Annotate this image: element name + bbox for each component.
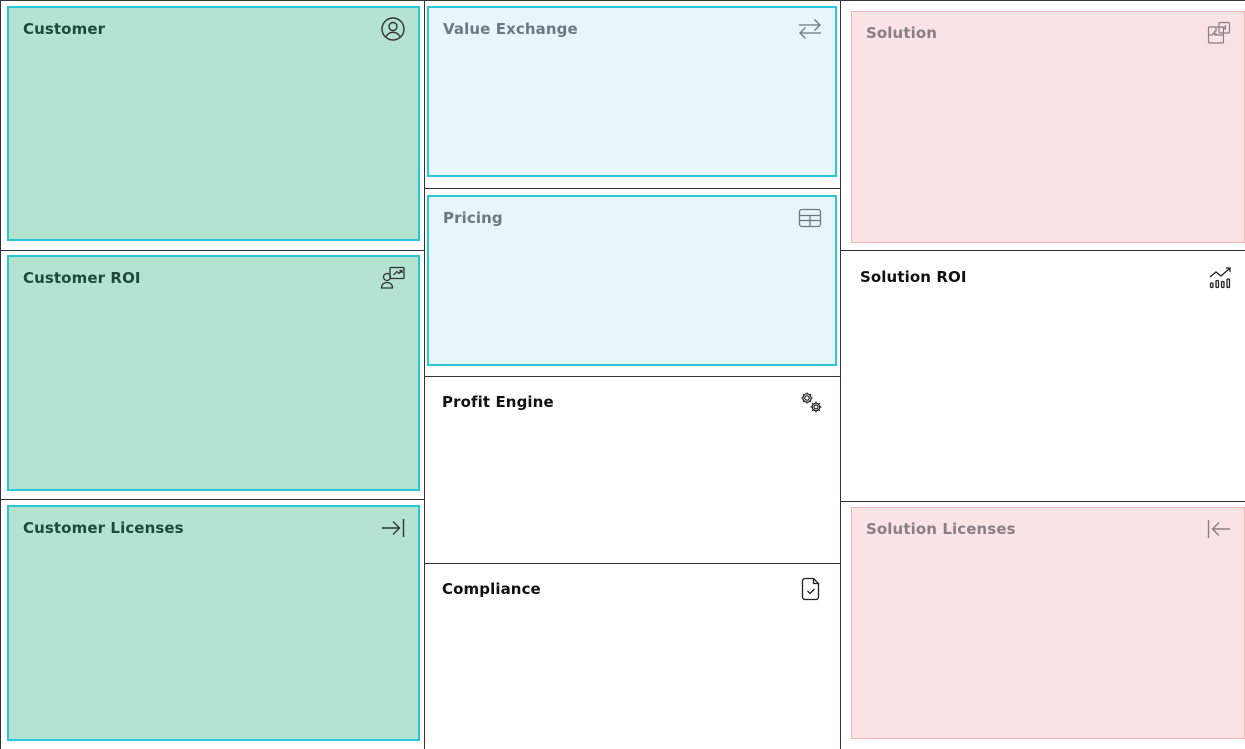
solution-title: Solution (866, 24, 938, 42)
grid-right-row2 (840, 501, 1245, 502)
compliance-title: Compliance (442, 580, 541, 598)
grid-divider-right (840, 0, 841, 749)
grid-mid-row2 (424, 376, 840, 377)
gears-icon (798, 389, 824, 415)
table-icon (797, 205, 823, 231)
grid-mid-row1 (424, 188, 840, 189)
pricing-block[interactable]: Pricing (427, 195, 837, 366)
arrows-exchange-icon (797, 16, 823, 42)
bar-arrow-left-icon (1206, 516, 1232, 542)
grid-right-row1 (840, 250, 1245, 251)
solution-roi-block[interactable]: Solution ROI (846, 256, 1245, 496)
solution-licenses-title: Solution Licenses (866, 520, 1016, 538)
grid-left-row1 (0, 250, 424, 251)
value-exchange-block[interactable]: Value Exchange (427, 6, 837, 177)
solution-roi-title: Solution ROI (860, 268, 967, 286)
solution-block[interactable]: Solution (851, 11, 1245, 243)
puzzle-icon (1206, 20, 1232, 46)
document-check-icon (798, 576, 824, 602)
grid-divider-left (424, 0, 425, 749)
chart-growth-icon (1207, 264, 1233, 290)
pricing-title: Pricing (443, 209, 503, 227)
customer-licenses-title: Customer Licenses (23, 519, 184, 537)
customer-licenses-block[interactable]: Customer Licenses (7, 505, 420, 741)
grid-left-row2 (0, 499, 424, 500)
customer-roi-block[interactable]: Customer ROI (7, 255, 420, 491)
arrow-right-to-bar-icon (380, 515, 406, 541)
profit-engine-block[interactable]: Profit Engine (428, 381, 836, 559)
profit-engine-title: Profit Engine (442, 393, 554, 411)
user-presentation-icon (380, 265, 406, 291)
business-model-canvas: Customer Customer ROI Customer Licenses (0, 0, 1245, 749)
compliance-block[interactable]: Compliance (428, 568, 836, 746)
user-circle-icon (380, 16, 406, 42)
solution-licenses-block[interactable]: Solution Licenses (851, 507, 1245, 739)
grid-mid-row3 (424, 563, 840, 564)
value-exchange-title: Value Exchange (443, 20, 578, 38)
customer-roi-title: Customer ROI (23, 269, 141, 287)
customer-block[interactable]: Customer (7, 6, 420, 241)
customer-title: Customer (23, 20, 106, 38)
grid-top-line (0, 0, 1245, 1)
grid-left-line (0, 0, 1, 749)
